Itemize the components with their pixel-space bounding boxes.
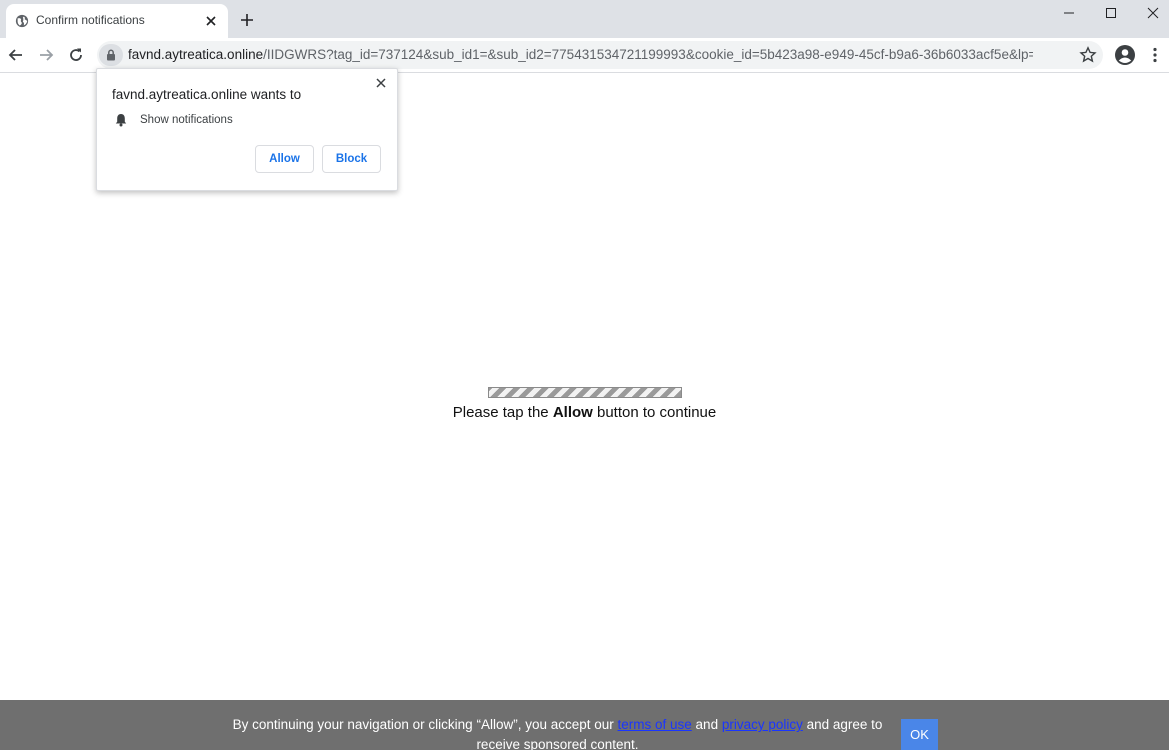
tab-strip: Confirm notifications: [0, 0, 1169, 38]
site-info-button[interactable]: [99, 44, 123, 66]
browser-tab[interactable]: Confirm notifications: [6, 4, 228, 38]
loading-progress-bar: [488, 387, 682, 398]
tab-title: Confirm notifications: [36, 13, 145, 27]
bookmark-star-icon[interactable]: [1079, 46, 1097, 64]
url-path: /IIDGWRS?tag_id=737124&sub_id1=&sub_id2=…: [263, 47, 1033, 62]
ok-button[interactable]: OK: [901, 719, 938, 750]
new-tab-icon[interactable]: [240, 13, 254, 27]
consent-text: By continuing your navigation or clickin…: [230, 715, 885, 755]
reload-icon[interactable]: [67, 46, 85, 64]
maximize-button[interactable]: [1089, 0, 1133, 26]
globe-icon: [15, 14, 29, 28]
lock-icon: [107, 49, 115, 61]
bell-icon: [115, 114, 127, 127]
block-button[interactable]: Block: [322, 145, 381, 173]
forward-arrow-icon[interactable]: [37, 46, 55, 64]
back-arrow-icon[interactable]: [7, 46, 25, 64]
consent-text-part: By continuing your navigation or clickin…: [232, 717, 618, 732]
maximize-icon: [1106, 8, 1116, 18]
minimize-button[interactable]: [1047, 0, 1091, 26]
close-tab-icon[interactable]: [204, 14, 218, 28]
close-icon: [1147, 7, 1159, 19]
notification-permission-prompt: favnd.aytreatica.online wants to Show no…: [96, 68, 398, 191]
instruction-message: Please tap the Allow button to continue: [0, 404, 1169, 421]
message-prefix: Please tap the: [452, 404, 553, 421]
message-emphasis: Allow: [552, 404, 593, 421]
allow-button[interactable]: Allow: [255, 145, 314, 173]
message-suffix: button to continue: [592, 404, 717, 421]
minimize-icon: [1064, 12, 1074, 14]
consent-text-part: and: [691, 717, 722, 732]
profile-avatar-icon[interactable]: [1114, 44, 1136, 66]
consent-banner: By continuing your navigation or clickin…: [0, 700, 1169, 752]
menu-kebab-icon[interactable]: [1148, 46, 1162, 64]
close-icon[interactable]: [375, 77, 387, 89]
window-close-button[interactable]: [1131, 0, 1169, 26]
prompt-title: favnd.aytreatica.online wants to: [112, 87, 302, 102]
permission-item-label: Show notifications: [140, 114, 233, 126]
url-text[interactable]: favnd.aytreatica.online/IIDGWRS?tag_id=7…: [128, 47, 1033, 62]
address-bar[interactable]: favnd.aytreatica.online/IIDGWRS?tag_id=7…: [97, 41, 1103, 69]
terms-of-use-link[interactable]: terms of use: [618, 717, 692, 732]
url-host: favnd.aytreatica.online: [128, 47, 264, 62]
privacy-policy-link[interactable]: privacy policy: [722, 717, 803, 732]
